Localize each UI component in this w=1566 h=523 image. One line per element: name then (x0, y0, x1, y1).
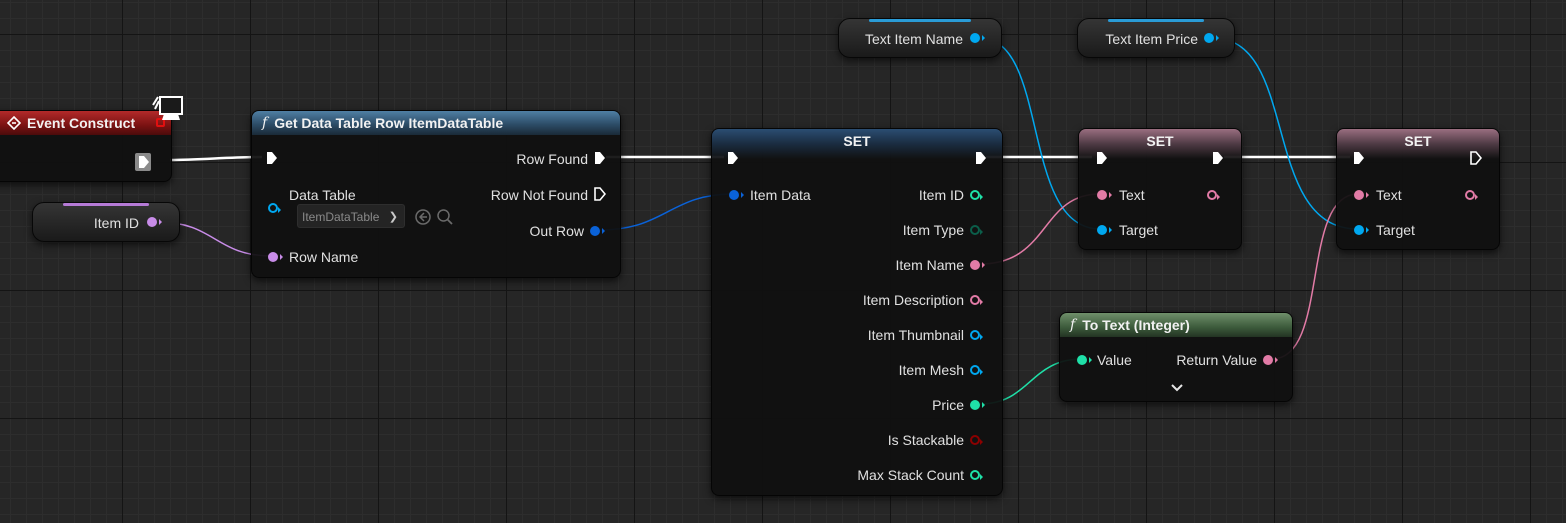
row-found-exec-pin[interactable] (594, 151, 606, 165)
set-item-data-exec-out-pin[interactable] (975, 151, 987, 165)
to-text-integer-header: f To Text (Integer) (1060, 313, 1292, 337)
set-text-price-exec-in-pin[interactable] (1353, 151, 1365, 165)
event-construct-title: Event Construct (27, 115, 136, 131)
text-item-name-out-pin[interactable] (970, 33, 985, 43)
set-text-price-text-label: Text (1376, 187, 1402, 203)
set-text-name-node[interactable]: SET Text Target (1078, 128, 1242, 250)
item-id-output-label: Item ID (918, 187, 964, 203)
row-name-pin[interactable] (268, 252, 283, 262)
set-item-data-node[interactable]: SET Item Data Item ID Item Type Item Nam… (711, 128, 1003, 496)
set-text-name-text-label: Text (1119, 187, 1145, 203)
diamond-event-icon (7, 116, 21, 130)
price-output-label: Price (932, 397, 964, 413)
event-exec-out-pin[interactable] (135, 153, 151, 171)
item-thumbnail-output-pin[interactable] (970, 330, 983, 340)
event-construct-header: Event Construct (0, 111, 171, 135)
item-type-output-pin[interactable] (970, 225, 983, 235)
set-item-data-header: SET (712, 129, 1002, 159)
data-table-dropdown-value: ItemDataTable (302, 210, 380, 224)
text-item-name-label: Text Item Name (864, 31, 963, 47)
set-text-price-target-label: Target (1376, 222, 1415, 238)
item-data-label: Item Data (750, 187, 811, 203)
data-table-dropdown[interactable]: ItemDataTable ❯ (297, 204, 405, 228)
item-thumbnail-output-label: Item Thumbnail (867, 327, 964, 343)
set-text-price-exec-out-pin[interactable] (1470, 151, 1482, 165)
item-id-variable-label: Item ID (93, 215, 139, 231)
data-table-pin[interactable] (268, 203, 281, 213)
exec-wire-event-to-getrow[interactable] (169, 155, 263, 162)
chevron-down-icon[interactable] (1170, 383, 1184, 393)
item-name-output-label: Item Name (895, 257, 964, 273)
to-text-integer-title: To Text (Integer) (1082, 317, 1190, 333)
item-name-output-pin[interactable] (970, 260, 985, 270)
text-item-name-variable-node[interactable]: Text Item Name (838, 18, 1002, 58)
data-table-label: Data Table (289, 187, 356, 203)
set-text-name-text-out-pin[interactable] (1207, 190, 1220, 200)
to-text-return-value-label: Return Value (1176, 352, 1257, 368)
set-text-price-text-out-pin[interactable] (1465, 190, 1478, 200)
row-not-found-exec-pin[interactable] (594, 187, 606, 201)
set-item-data-exec-in-pin[interactable] (727, 151, 739, 165)
browse-back-icon[interactable] (414, 208, 432, 226)
set-text-price-text-in-pin[interactable] (1354, 190, 1369, 200)
item-description-output-label: Item Description (862, 292, 964, 308)
item-id-output-pin[interactable] (970, 190, 983, 200)
set-text-name-target-pin[interactable] (1097, 225, 1112, 235)
out-row-pin[interactable] (590, 226, 605, 236)
search-icon[interactable] (436, 208, 454, 226)
event-construct-node[interactable]: Event Construct (0, 110, 172, 182)
item-id-out-pin[interactable] (147, 217, 162, 227)
set-text-price-node[interactable]: SET Text Target (1336, 128, 1500, 250)
text-item-price-out-pin[interactable] (1204, 33, 1219, 43)
function-icon: f (1070, 317, 1076, 333)
chevron-down-icon: ❯ (388, 211, 398, 223)
max-stack-count-output-pin[interactable] (970, 470, 983, 480)
set-text-price-target-pin[interactable] (1354, 225, 1369, 235)
set-text-name-target-label: Target (1119, 222, 1158, 238)
text-item-price-label: Text Item Price (1105, 31, 1198, 47)
set-text-name-text-in-pin[interactable] (1097, 190, 1112, 200)
function-icon: f (262, 115, 268, 131)
set-text-price-title: SET (1404, 133, 1432, 149)
set-item-data-title: SET (843, 133, 871, 149)
set-text-name-exec-in-pin[interactable] (1096, 151, 1108, 165)
is-stackable-output-label: Is Stackable (887, 432, 964, 448)
row-name-label: Row Name (289, 249, 359, 265)
item-data-in-pin[interactable] (729, 190, 744, 200)
to-text-integer-node[interactable]: f To Text (Integer) Value Return Value (1059, 312, 1293, 402)
max-stack-count-output-label: Max Stack Count (857, 467, 964, 483)
to-text-return-value-pin[interactable] (1263, 355, 1278, 365)
price-output-pin[interactable] (970, 400, 985, 410)
row-found-label: Row Found (516, 151, 588, 167)
set-text-name-exec-out-pin[interactable] (1212, 151, 1224, 165)
out-row-label: Out Row (529, 223, 584, 239)
to-text-value-label: Value (1097, 352, 1132, 368)
set-text-name-title: SET (1146, 133, 1174, 149)
getrow-exec-in-pin[interactable] (266, 151, 278, 165)
item-mesh-output-label: Item Mesh (898, 362, 964, 378)
get-data-table-row-title: Get Data Table Row ItemDataTable (274, 115, 504, 131)
item-type-output-label: Item Type (902, 222, 964, 238)
item-id-variable-node[interactable]: Item ID (32, 202, 180, 242)
item-mesh-output-pin[interactable] (970, 365, 983, 375)
monitor-icon (152, 96, 183, 120)
text-item-price-variable-node[interactable]: Text Item Price (1077, 18, 1235, 58)
get-data-table-row-header: f Get Data Table Row ItemDataTable (252, 111, 620, 135)
item-description-output-pin[interactable] (970, 295, 983, 305)
to-text-value-pin[interactable] (1077, 355, 1092, 365)
row-not-found-label: Row Not Found (490, 187, 588, 203)
is-stackable-output-pin[interactable] (970, 435, 983, 445)
get-data-table-row-node[interactable]: f Get Data Table Row ItemDataTable Row F… (251, 110, 621, 278)
